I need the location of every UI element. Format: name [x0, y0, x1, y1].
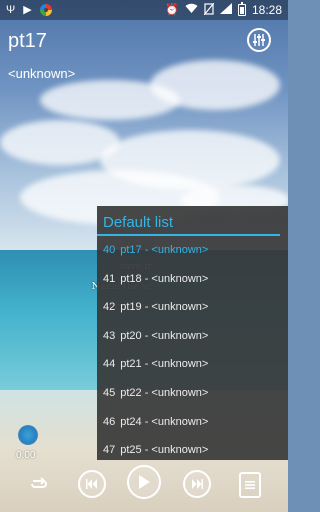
- track-title: pt17: [8, 30, 47, 52]
- playlist-item[interactable]: 45 pt22 - <unknown>: [97, 379, 288, 408]
- repeat-button[interactable]: [28, 472, 50, 494]
- playlist-item[interactable]: 41 pt18 - <unknown>: [97, 265, 288, 294]
- next-icon: [192, 479, 203, 489]
- previous-icon: [86, 479, 97, 489]
- playlist-panel: Default list 40 pt17 - <unknown> 41 pt18 -…: [97, 206, 288, 460]
- track-artist: <unknown>: [8, 66, 76, 81]
- play-icon: [139, 475, 150, 489]
- play-store-icon: ▶: [23, 3, 32, 16]
- playlist-title: Default list: [97, 206, 280, 236]
- playlist-item[interactable]: 42 pt19 - <unknown>: [97, 293, 288, 322]
- play-button[interactable]: [127, 465, 161, 499]
- status-bar: Ψ ▶ ⏰ 18:28: [0, 0, 288, 20]
- alarm-icon: ⏰: [165, 3, 179, 16]
- playlist-item[interactable]: 40 pt17 - <unknown>: [97, 236, 288, 265]
- elapsed-time: 0:00: [16, 450, 36, 461]
- playlist-item[interactable]: 43 pt20 - <unknown>: [97, 322, 288, 351]
- status-time: 18:28: [251, 3, 282, 17]
- wifi-icon: [185, 3, 198, 17]
- repeat-icon: [31, 477, 48, 488]
- playlist-button[interactable]: [239, 472, 261, 498]
- playlist-item[interactable]: 44 pt21 - <unknown>: [97, 350, 288, 379]
- no-sim-icon: [203, 2, 215, 18]
- previous-button[interactable]: [78, 470, 106, 498]
- usb-icon: Ψ: [6, 3, 16, 16]
- playlist-item[interactable]: 46 pt24 - <unknown>: [97, 408, 288, 437]
- battery-icon: [237, 2, 246, 16]
- playlist-item[interactable]: 47 pt25 - <unknown>: [97, 436, 288, 460]
- signal-icon: [219, 3, 232, 17]
- colorwheel-icon: [39, 4, 52, 16]
- equalizer-icon: [253, 34, 265, 46]
- seek-slider-thumb[interactable]: [18, 425, 38, 445]
- equalizer-button[interactable]: [247, 28, 271, 52]
- list-icon: [245, 481, 255, 489]
- next-button[interactable]: [183, 470, 211, 498]
